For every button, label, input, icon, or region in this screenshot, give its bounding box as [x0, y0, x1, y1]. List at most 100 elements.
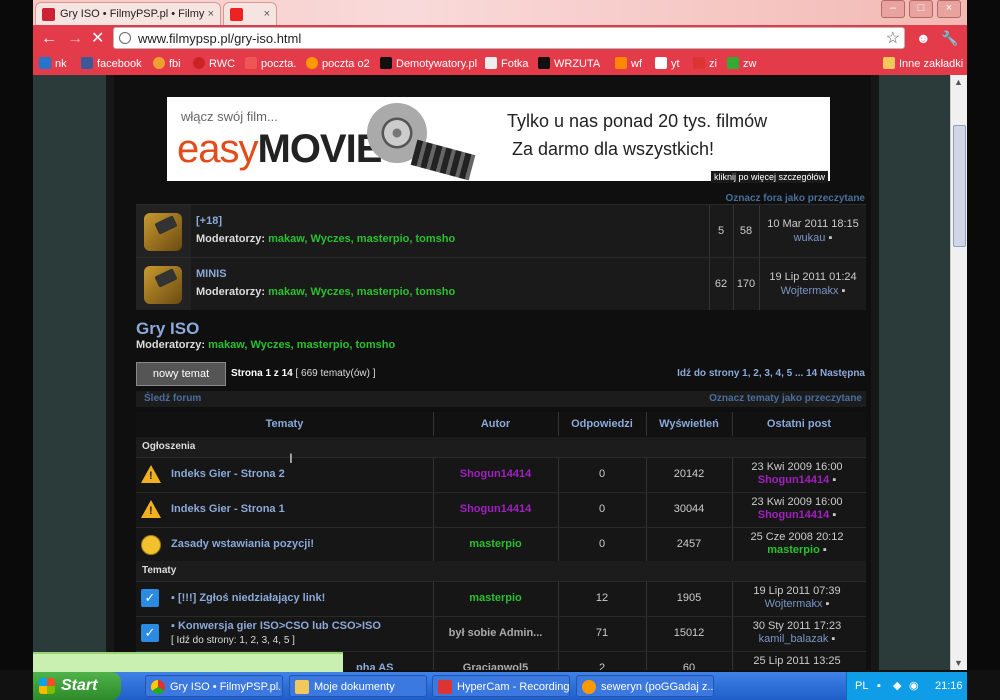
- folder-icon: [883, 57, 895, 69]
- page-info: Strona 1 z 14 [ 669 tematy(ów) ]: [231, 368, 376, 379]
- tray-icon[interactable]: ▪: [877, 672, 881, 700]
- last-post-icon[interactable]: ▪: [832, 474, 836, 486]
- subforum-row[interactable]: [+18] Moderatorzy: makaw, Wyczes, master…: [136, 204, 866, 257]
- page-menu-icon[interactable]: ☻: [916, 30, 931, 46]
- pagination[interactable]: Idź do strony 1, 2, 3, 4, 5 ... 14 Nastę…: [677, 368, 865, 379]
- back-arrow-icon[interactable]: ←: [41, 30, 57, 48]
- banner-tagline-1: Tylko u nas ponad 20 tys. filmów: [507, 111, 768, 131]
- watch-forum-link[interactable]: Śledź forum: [144, 393, 201, 404]
- new-topic-button[interactable]: nowy temat: [136, 362, 226, 386]
- tray-icon[interactable]: ◆: [893, 672, 901, 700]
- topic-replies: 71: [595, 627, 609, 639]
- bookmark-nk[interactable]: nk: [39, 57, 67, 71]
- minimize-button[interactable]: –: [881, 0, 905, 18]
- last-post-icon[interactable]: ▪: [828, 232, 832, 244]
- subforum-name[interactable]: MINIS: [196, 268, 227, 280]
- table-row[interactable]: ✓ ▪ Konwersja gier ISO>CSO lub CSO>ISO […: [136, 616, 866, 651]
- topic-last-post: 19 Lip 2011 07:39 Wojtermakx ▪: [753, 585, 841, 610]
- close-tab-icon[interactable]: ×: [208, 3, 214, 25]
- volume-icon[interactable]: ◉: [909, 672, 919, 700]
- start-button[interactable]: Start: [33, 672, 121, 700]
- topic-title[interactable]: Indeks Gier - Strona 1: [171, 503, 285, 515]
- task-my-documents[interactable]: Moje dokumenty: [289, 675, 427, 697]
- bookmark-demotywatory[interactable]: Demotywatory.pl: [380, 57, 477, 71]
- system-tray: PL ▪ ◆ ◉ 21:16: [846, 672, 967, 700]
- topic-title[interactable]: ▪ Konwersja gier ISO>CSO lub CSO>ISO: [171, 620, 381, 632]
- last-post-icon[interactable]: ▪: [826, 598, 830, 610]
- tab-youtube[interactable]: ×: [223, 2, 277, 25]
- bookmark-yt[interactable]: yt: [655, 57, 680, 71]
- last-post-icon[interactable]: ▪: [831, 633, 835, 645]
- vertical-scrollbar[interactable]: ▲ ▼: [950, 75, 967, 670]
- col-last-post[interactable]: Ostatni post: [732, 412, 866, 436]
- bookmark-wrzuta[interactable]: WRZUTA: [538, 57, 600, 71]
- task-hypercam[interactable]: HyperCam - Recording: [432, 675, 570, 697]
- bookmark-poczta-o2[interactable]: poczta o2: [306, 57, 370, 71]
- subforum-last-post: 10 Mar 2011 18:15 wukau ▪: [767, 218, 859, 244]
- close-tab-icon[interactable]: ×: [264, 3, 270, 25]
- col-topics[interactable]: Tematy: [136, 412, 434, 436]
- table-row[interactable]: Zasady wstawiania pozycji! masterpio 0 2…: [136, 527, 866, 562]
- bookmark-facebook[interactable]: facebook: [81, 57, 142, 71]
- bookmark-poczta[interactable]: poczta.: [245, 57, 296, 71]
- stop-icon[interactable]: ✕: [91, 30, 104, 48]
- col-author[interactable]: Autor: [433, 412, 559, 436]
- table-row[interactable]: ! Indeks Gier - Strona 2 Shogun14414 0 2…: [136, 457, 866, 492]
- topic-author[interactable]: był sobie Admin...: [433, 627, 558, 639]
- task-chrome[interactable]: Gry ISO • FilmyPSP.pl...: [145, 675, 283, 697]
- topic-title[interactable]: pha AS: [356, 662, 394, 670]
- mark-forums-read-link[interactable]: Oznacz fora jako przeczytane: [726, 193, 866, 204]
- topic-pages[interactable]: [ Idź do strony: 1, 2, 3, 4, 5 ]: [171, 635, 295, 646]
- topic-title[interactable]: Zasady wstawiania pozycji!: [171, 538, 314, 550]
- star-icon[interactable]: ☆: [886, 28, 900, 50]
- rwc-icon: [193, 57, 205, 69]
- col-replies[interactable]: Odpowiedzi: [558, 412, 647, 436]
- clock[interactable]: 21:16: [935, 672, 963, 700]
- last-post-icon[interactable]: ▪: [823, 544, 827, 556]
- close-window-button[interactable]: ×: [937, 0, 961, 18]
- last-post-icon[interactable]: ▪: [842, 285, 846, 297]
- address-bar[interactable]: www.filmypsp.pl/gry-iso.html ☆: [113, 27, 905, 49]
- tab-gry-iso[interactable]: Gry ISO • FilmyPSP.pl • Filmy ×: [35, 2, 221, 25]
- forward-arrow-icon[interactable]: →: [67, 30, 83, 48]
- scroll-down-icon[interactable]: ▼: [954, 658, 963, 668]
- mark-topics-read-link[interactable]: Oznacz tematy jako przeczytane: [709, 393, 862, 404]
- topic-author[interactable]: Graciapwol5: [433, 662, 558, 670]
- bookmark-fbi[interactable]: fbi: [153, 57, 181, 71]
- table-row[interactable]: ! Indeks Gier - Strona 1 Shogun14414 0 3…: [136, 492, 866, 527]
- bookmark-zw[interactable]: zw: [727, 57, 756, 71]
- download-notification-bar: [33, 652, 343, 672]
- scroll-thumb[interactable]: [953, 125, 966, 247]
- topic-author[interactable]: Shogun14414: [433, 503, 558, 515]
- subforum-row[interactable]: MINIS Moderatorzy: makaw, Wyczes, master…: [136, 257, 866, 310]
- subforum-name[interactable]: [+18]: [196, 215, 222, 227]
- ad-banner[interactable]: włącz swój film... easyMOVIES Tylko u na…: [167, 97, 830, 183]
- topic-author[interactable]: masterpio: [433, 538, 558, 550]
- col-views[interactable]: Wyświetleń: [646, 412, 733, 436]
- banner-tagline-2: Za darmo dla wszystkich!: [512, 139, 715, 159]
- table-row[interactable]: ✓ ▪ [!!!] Zgłoś niedziałający link! mast…: [136, 581, 866, 616]
- last-post-icon[interactable]: ▪: [832, 509, 836, 521]
- wrench-icon[interactable]: 🔧: [941, 30, 958, 47]
- banner-more-link[interactable]: kliknij po więcej szczegółów: [710, 171, 828, 183]
- topic-title[interactable]: Indeks Gier - Strona 2: [171, 468, 285, 480]
- youtube-icon: [230, 8, 243, 21]
- forum-title[interactable]: Gry ISO: [136, 319, 199, 339]
- bookmark-zi[interactable]: zi: [693, 57, 717, 71]
- breadcrumb: [136, 75, 871, 87]
- bookmark-fotka[interactable]: Fotka: [485, 57, 529, 71]
- sticky-check-icon: ✓: [141, 589, 161, 609]
- announcement-icon: [141, 535, 161, 555]
- maximize-button[interactable]: □: [909, 0, 933, 18]
- task-gadu[interactable]: seweryn (poGGadaj z...: [576, 675, 714, 697]
- topic-author[interactable]: masterpio: [433, 592, 558, 604]
- bookmark-rwc[interactable]: RWC: [193, 57, 235, 71]
- topic-title[interactable]: ▪ [!!!] Zgłoś niedziałający link!: [171, 592, 325, 604]
- film-strip-icon: [410, 139, 476, 181]
- language-indicator[interactable]: PL: [855, 672, 868, 700]
- bookmark-other[interactable]: Inne zakładki: [883, 57, 963, 71]
- topic-author[interactable]: Shogun14414: [433, 468, 558, 480]
- scroll-up-icon[interactable]: ▲: [954, 77, 963, 87]
- bookmark-wf[interactable]: wf: [615, 57, 642, 71]
- topic-table-header: Tematy Autor Odpowiedzi Wyświetleń Ostat…: [136, 412, 866, 436]
